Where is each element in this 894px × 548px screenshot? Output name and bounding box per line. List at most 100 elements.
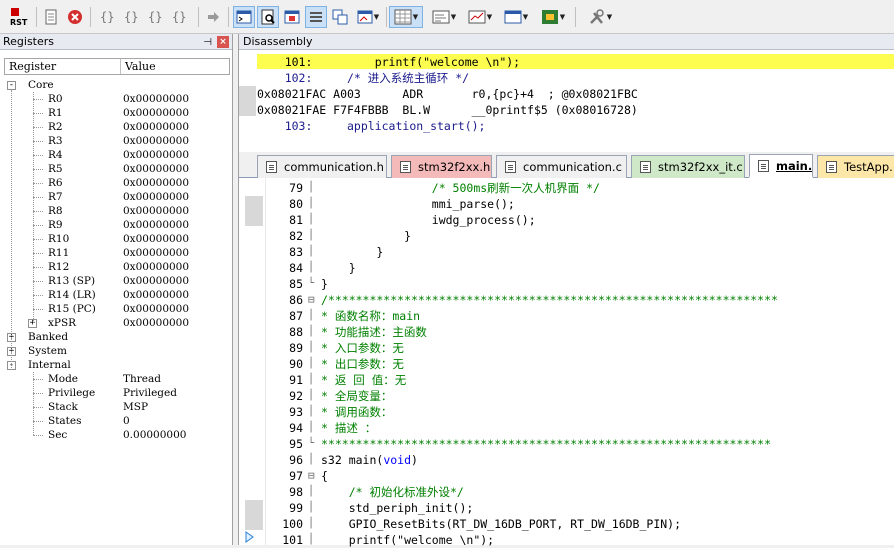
register-row-r3[interactable]: R3 0x00000000 — [0, 134, 230, 148]
tab-main-c[interactable]: main.c — [749, 154, 813, 178]
tab-testapp[interactable]: TestApp. — [817, 155, 894, 178]
code-line[interactable]: ****************************************… — [321, 436, 771, 452]
registers-window-button[interactable] — [305, 6, 327, 28]
disassembly-line[interactable]: 102: /* 进入系统主循环 */ — [257, 70, 469, 86]
register-row-r14-lr-[interactable]: R14 (LR) 0x00000000 — [0, 288, 230, 302]
disassembly-line[interactable]: 101: printf("welcome \n"); — [257, 54, 520, 70]
internal-row-privilege[interactable]: Privilege Privileged — [0, 386, 230, 400]
analysis-window-dropdown[interactable]: ▼ — [464, 6, 496, 28]
code-line[interactable]: * 函数名称：main — [321, 308, 420, 324]
code-line[interactable]: iwdg_process(); — [321, 212, 536, 228]
fold-guide: │ — [308, 246, 315, 257]
code-line[interactable]: } — [321, 276, 328, 292]
call-stack-button[interactable] — [329, 6, 351, 28]
internal-row-mode[interactable]: Mode Thread — [0, 372, 230, 386]
internal-row-sec[interactable]: Sec 0.00000000 — [0, 428, 230, 442]
step-out-button[interactable]: {} — [146, 6, 168, 28]
disassembly-line[interactable]: 0x08021FAC A003 ADR r0,{pc}+4 ; @0x08021… — [257, 86, 638, 102]
fold-guide: │ — [308, 182, 315, 193]
run-to-cursor-button[interactable]: {} — [170, 6, 192, 28]
code-line[interactable]: * 出口参数：无 — [321, 356, 404, 372]
line-number: 99 — [289, 501, 303, 515]
code-line[interactable]: mmi_parse(); — [321, 196, 515, 212]
tab-communication-c[interactable]: communication.c — [496, 155, 627, 178]
fold-guide: └ — [308, 278, 315, 289]
group-banked[interactable]: Banked — [0, 330, 230, 344]
register-row-r8[interactable]: R8 0x00000000 — [0, 204, 230, 218]
register-row-r12[interactable]: R12 0x00000000 — [0, 260, 230, 274]
register-row-r7[interactable]: R7 0x00000000 — [0, 190, 230, 204]
file-icon — [640, 161, 651, 173]
code-editor[interactable]: 79 │ /* 500ms刷新一次人机界面 */ 80 │ mmi_parse(); 8… — [238, 178, 894, 548]
line-number: 87 — [289, 309, 303, 323]
code-line[interactable]: * 描述 ： — [321, 420, 376, 436]
register-row-r4[interactable]: R4 0x00000000 — [0, 148, 230, 162]
register-row-r11[interactable]: R11 0x00000000 — [0, 246, 230, 260]
column-value[interactable]: Value — [125, 60, 156, 73]
register-row-r6[interactable]: R6 0x00000000 — [0, 176, 230, 190]
register-row-r15-pc-[interactable]: R15 (PC) 0x00000000 — [0, 302, 230, 316]
register-row-r5[interactable]: R5 0x00000000 — [0, 162, 230, 176]
tab-stm32f2xx-it-c[interactable]: stm32f2xx_it.c — [631, 155, 745, 178]
code-line[interactable]: { — [321, 468, 328, 484]
disassembly-line[interactable]: 0x08021FAE F7F4FBBB BL.W __0printf$5 (0x… — [257, 102, 638, 118]
code-line[interactable]: * 调用函数： — [321, 404, 392, 420]
fold-toggle-icon[interactable]: ⊟ — [308, 292, 315, 308]
memory-window-dropdown[interactable]: ▼ — [389, 6, 423, 28]
pin-icon[interactable]: ⊣ — [203, 35, 212, 51]
register-row-r1[interactable]: R1 0x00000000 — [0, 106, 230, 120]
close-icon[interactable]: × — [217, 36, 229, 48]
register-row-r9[interactable]: R9 0x00000000 — [0, 218, 230, 232]
column-register[interactable]: Register — [9, 60, 56, 73]
tab-communication-h[interactable]: communication.h — [257, 155, 387, 178]
internal-row-stack[interactable]: Stack MSP — [0, 400, 230, 414]
register-row-r0[interactable]: R0 0x00000000 — [0, 92, 230, 106]
code-line[interactable]: std_periph_init(); — [321, 500, 474, 516]
register-name: R13 (SP) — [48, 275, 96, 287]
symbols-window-button[interactable] — [281, 6, 303, 28]
toolbox-dropdown[interactable]: ▼ — [583, 6, 617, 28]
code-line[interactable]: s32 main(void) — [321, 452, 418, 468]
step-over-button[interactable]: {} — [122, 6, 144, 28]
reset-button[interactable]: RST — [8, 6, 30, 28]
code-line[interactable]: } — [321, 244, 383, 260]
group-system[interactable]: System — [0, 344, 230, 358]
code-line[interactable]: GPIO_ResetBits(RT_DW_16DB_PORT, RT_DW_16… — [321, 516, 681, 532]
internal-row-states[interactable]: States 0 — [0, 414, 230, 428]
tab-stm32f2xx-h[interactable]: stm32f2xx.h — [391, 155, 492, 178]
register-row-r2[interactable]: R2 0x00000000 — [0, 120, 230, 134]
code-line[interactable]: * 入口参数：无 — [321, 340, 404, 356]
register-value: 0x00000000 — [123, 149, 190, 161]
show-next-statement-button[interactable] — [204, 6, 222, 28]
editor-tabbar: communication.h stm32f2xx.h communication.… — [238, 152, 894, 178]
stop-button[interactable] — [66, 6, 84, 28]
code-line[interactable]: /***************************************… — [321, 292, 778, 308]
step-button[interactable] — [42, 6, 60, 28]
register-row-r10[interactable]: R10 0x00000000 — [0, 232, 230, 246]
code-line[interactable]: /* 500ms刷新一次人机界面 */ — [321, 180, 600, 196]
group-internal[interactable]: Internal — [0, 358, 230, 372]
register-row-r13-sp-[interactable]: R13 (SP) 0x00000000 — [0, 274, 230, 288]
code-line[interactable]: printf("welcome \n"); — [321, 532, 494, 548]
register-value: 0x00000000 — [123, 93, 190, 105]
line-number: 95 — [289, 437, 303, 451]
code-line[interactable]: * 全局变量： — [321, 388, 392, 404]
code-line[interactable]: * 功能描述：主函数 — [321, 324, 427, 340]
system-viewer-dropdown[interactable]: ▼ — [536, 6, 570, 28]
disassembly-line[interactable]: 103: application_start(); — [257, 118, 486, 134]
serial-window-dropdown[interactable]: ▼ — [428, 6, 460, 28]
command-window-button[interactable] — [233, 6, 255, 28]
disassembly-window-button[interactable] — [257, 6, 279, 28]
register-row-xpsr[interactable]: xPSR 0x00000000 — [0, 316, 230, 330]
group-core[interactable]: Core — [0, 78, 230, 92]
trace-window-dropdown[interactable]: ▼ — [500, 6, 532, 28]
watch-window-dropdown[interactable]: ▼ — [353, 6, 383, 28]
code-line[interactable]: } — [321, 260, 356, 276]
line-number: 85 — [289, 277, 303, 291]
code-line[interactable]: * 返 回 值：无 — [321, 372, 406, 388]
code-line[interactable]: /* 初始化标准外设*/ — [321, 484, 464, 500]
code-line[interactable]: } — [321, 228, 411, 244]
step-into-button[interactable]: {} — [98, 6, 120, 28]
tab-label: TestApp. — [844, 160, 893, 174]
fold-toggle-icon[interactable]: ⊟ — [308, 468, 315, 484]
